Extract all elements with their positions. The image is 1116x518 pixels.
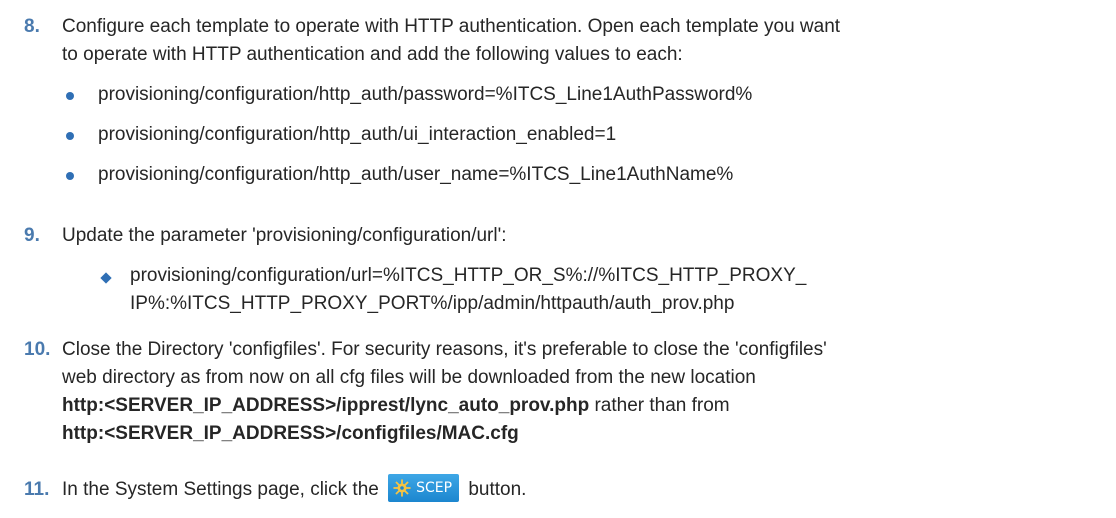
url-text: http:<SERVER_IP_ADDRESS>/configfiles/MAC… xyxy=(62,423,519,444)
bullet-list: provisioning/configuration/http_auth/pas… xyxy=(62,81,1110,189)
step-line: http:<SERVER_IP_ADDRESS>/configfiles/MAC… xyxy=(62,420,1110,448)
step-line: web directory as from now on all cfg fil… xyxy=(62,367,756,388)
document-page: 8. Configure each template to operate wi… xyxy=(0,0,1116,518)
list-item-text: provisioning/configuration/http_auth/ui_… xyxy=(98,124,617,145)
step-number: 10. xyxy=(24,339,51,360)
step-number: 9. xyxy=(24,225,40,246)
list-item-text: provisioning/configuration/url=%ITCS_HTT… xyxy=(130,265,807,286)
step-10: 10. Close the Directory 'configfiles'. F… xyxy=(24,336,1110,448)
list-item: provisioning/configuration/http_auth/pas… xyxy=(62,81,1110,109)
step-line: to operate with HTTP authentication and … xyxy=(62,44,683,65)
step-inline-text: button. xyxy=(463,479,527,501)
list-item-text: provisioning/configuration/http_auth/use… xyxy=(98,164,734,185)
step-line: http:<SERVER_IP_ADDRESS>/ipprest/lync_au… xyxy=(62,392,1110,420)
url-text: http:<SERVER_IP_ADDRESS>/ipprest/lync_au… xyxy=(62,395,590,416)
step-line: Configure each template to operate with … xyxy=(62,16,841,37)
step-text: In the System Settings page, click the S… xyxy=(62,474,1110,504)
list-item-text: provisioning/configuration/http_auth/pas… xyxy=(98,84,753,105)
bullet-diamond-icon xyxy=(100,272,112,284)
step-number: 8. xyxy=(24,16,40,37)
bullet-dot-icon xyxy=(66,92,74,100)
scep-button-label: SCEP xyxy=(416,480,453,496)
step-text: Configure each template to operate with … xyxy=(62,13,1110,69)
step-11: 11. In the System Settings page, click t… xyxy=(24,474,1110,504)
gear-icon xyxy=(393,479,411,497)
step-8: 8. Configure each template to operate wi… xyxy=(24,13,1110,189)
scep-button[interactable]: SCEP xyxy=(388,474,460,502)
list-item-text: IP%:%ITCS_HTTP_PROXY_PORT%/ipp/admin/htt… xyxy=(130,293,735,314)
step-line: Update the parameter 'provisioning/confi… xyxy=(62,225,507,246)
step-inline-text: rather than from xyxy=(589,395,730,416)
step-9: 9. Update the parameter 'provisioning/co… xyxy=(24,222,1110,318)
list-item: provisioning/configuration/http_auth/use… xyxy=(62,161,1110,189)
step-text: Update the parameter 'provisioning/confi… xyxy=(62,222,1110,250)
list-item: provisioning/configuration/url=%ITCS_HTT… xyxy=(94,262,1110,318)
step-number: 11. xyxy=(24,479,50,500)
step-inline-text: In the System Settings page, click the xyxy=(62,479,385,501)
list-item: provisioning/configuration/http_auth/ui_… xyxy=(62,121,1110,149)
step-line: Close the Directory 'configfiles'. For s… xyxy=(62,339,827,360)
bullet-dot-icon xyxy=(66,132,74,140)
step-text: Close the Directory 'configfiles'. For s… xyxy=(62,336,1110,448)
bullet-dot-icon xyxy=(66,172,74,180)
